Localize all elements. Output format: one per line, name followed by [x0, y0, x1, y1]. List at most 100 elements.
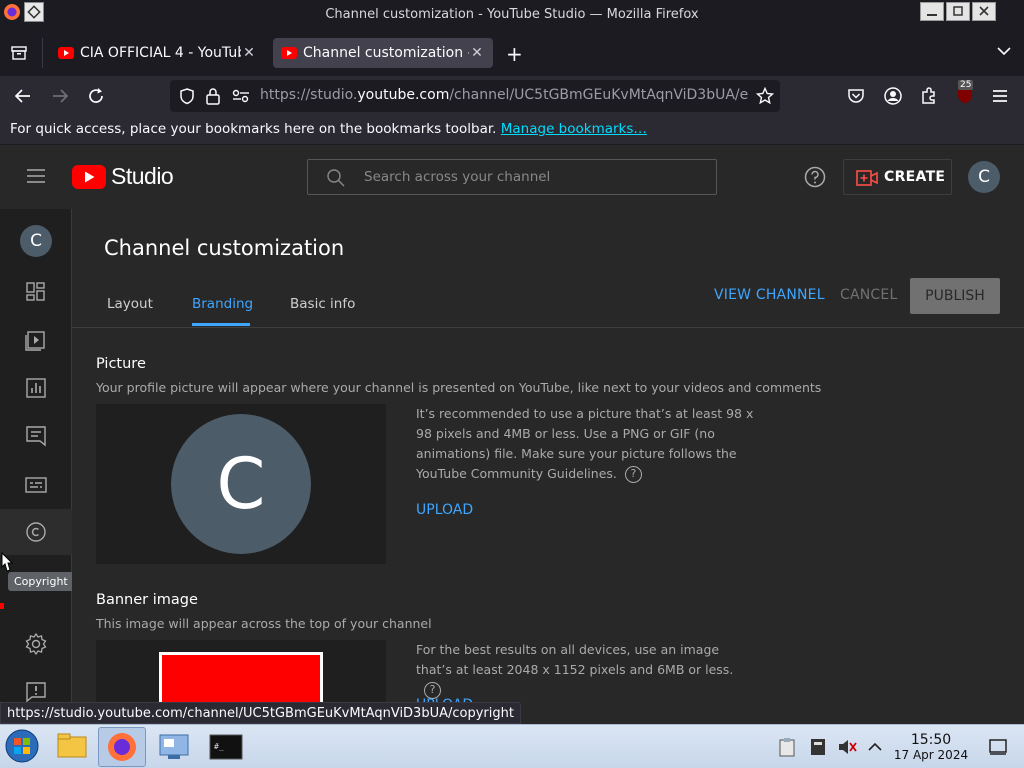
- tab-overview-icon[interactable]: [10, 44, 28, 62]
- permissions-icon[interactable]: [232, 88, 250, 104]
- help-icon[interactable]: [804, 166, 826, 188]
- url-text[interactable]: https://studio.youtube.com/channel/UC5tG…: [260, 87, 748, 103]
- tab-branding[interactable]: Branding: [192, 296, 253, 312]
- window-controls: [920, 2, 1020, 22]
- bookmarks-toolbar: For quick access, place your bookmarks h…: [0, 116, 1024, 144]
- upload-picture-button[interactable]: UPLOAD: [416, 502, 473, 518]
- create-button[interactable]: CREATE: [843, 159, 952, 195]
- lock-icon[interactable]: [205, 87, 221, 105]
- publish-button[interactable]: PUBLISH: [910, 278, 1000, 314]
- tab-strip: CIA OFFICIAL 4 - YouTube ✕ Channel custo…: [0, 30, 1024, 76]
- picture-section-description: Your profile picture will appear where y…: [96, 380, 822, 395]
- tab-channel-customization[interactable]: Channel customization - ✕: [273, 38, 493, 68]
- youtube-studio-favicon-icon: [281, 47, 297, 59]
- clock-date[interactable]: 17 Apr 2024: [890, 748, 972, 762]
- subtitles-icon[interactable]: [24, 473, 48, 497]
- firefox-taskbar-icon[interactable]: [98, 727, 146, 767]
- settings-icon[interactable]: [24, 632, 48, 656]
- sidebar-indicator: [0, 603, 4, 609]
- customization-content: Channel customization Layout Branding Ba…: [72, 209, 1024, 724]
- tab-layout[interactable]: Layout: [107, 296, 153, 312]
- create-video-icon: [856, 169, 878, 187]
- profile-picture-avatar: C: [171, 414, 311, 554]
- close-tab-icon[interactable]: ✕: [241, 45, 257, 61]
- close-window-button[interactable]: [972, 2, 996, 21]
- tabs-divider: [72, 327, 1024, 328]
- shield-icon[interactable]: [178, 87, 196, 105]
- minimize-button[interactable]: [920, 2, 944, 21]
- create-label: CREATE: [884, 169, 946, 185]
- taskbar: #_ 15:50 17 Apr 2024: [0, 724, 1024, 768]
- tab-basic-info[interactable]: Basic info: [290, 296, 355, 312]
- show-hidden-icons-icon[interactable]: [867, 740, 883, 752]
- comments-icon[interactable]: [24, 424, 48, 448]
- show-desktop-icon[interactable]: [988, 738, 1008, 756]
- terminal-taskbar-icon[interactable]: #_: [202, 727, 250, 767]
- copyright-tooltip: Copyright: [8, 572, 74, 591]
- cancel-button[interactable]: CANCEL: [840, 287, 897, 303]
- analytics-icon[interactable]: [24, 376, 48, 400]
- bookmark-star-icon[interactable]: [756, 87, 774, 105]
- view-channel-button[interactable]: VIEW CHANNEL: [714, 287, 825, 303]
- svg-text:#_: #_: [214, 742, 224, 751]
- reload-button[interactable]: [87, 87, 105, 105]
- banner-section-title: Banner image: [96, 592, 198, 608]
- control-panel-taskbar-icon[interactable]: [150, 727, 198, 767]
- volume-muted-icon[interactable]: [837, 737, 857, 757]
- list-all-tabs-icon[interactable]: [996, 46, 1012, 56]
- url-bar[interactable]: https://studio.youtube.com/channel/UC5tG…: [170, 80, 780, 112]
- content-icon[interactable]: [24, 328, 48, 352]
- maximize-button[interactable]: [946, 2, 970, 21]
- picture-section-title: Picture: [96, 356, 146, 372]
- start-button[interactable]: [4, 728, 40, 764]
- hand-cursor-icon: [0, 551, 14, 575]
- ublock-extension-icon[interactable]: 25: [954, 80, 976, 106]
- tab-separator: [42, 38, 43, 68]
- banner-recommendation: For the best results on all devices, use…: [416, 640, 756, 700]
- profile-picture-preview: C: [96, 404, 386, 564]
- window-titlebar: Channel customization - YouTube Studio —…: [0, 0, 1024, 30]
- account-icon[interactable]: [883, 86, 903, 106]
- search-placeholder: Search across your channel: [364, 169, 551, 185]
- window-title: Channel customization - YouTube Studio —…: [325, 7, 699, 22]
- hamburger-menu-icon[interactable]: [26, 168, 46, 184]
- tab-label: Channel customization -: [303, 45, 469, 61]
- bookmarks-message: For quick access, place your bookmarks h…: [10, 121, 647, 137]
- studio-page: Studio Search across your channel CREATE…: [0, 145, 1024, 724]
- file-explorer-taskbar-icon[interactable]: [48, 727, 96, 767]
- picture-recommendation: It’s recommended to use a picture that’s…: [416, 406, 754, 483]
- clock-time[interactable]: 15:50: [896, 732, 966, 748]
- extensions-icon[interactable]: [919, 86, 939, 106]
- dashboard-icon[interactable]: [24, 280, 48, 304]
- feedback-icon[interactable]: [24, 680, 48, 704]
- youtube-favicon-icon: [58, 47, 74, 59]
- close-tab-icon[interactable]: ✕: [469, 45, 485, 61]
- youtube-logo-icon: [72, 164, 106, 189]
- copyright-icon: [24, 520, 48, 544]
- extension-badge: 25: [958, 80, 974, 90]
- manage-bookmarks-link[interactable]: Manage bookmarks…: [501, 121, 647, 137]
- tab-cia-official[interactable]: CIA OFFICIAL 4 - YouTube ✕: [50, 38, 265, 68]
- studio-logo-text: Studio: [111, 163, 174, 189]
- navigation-toolbar: https://studio.youtube.com/channel/UC5tG…: [0, 76, 1024, 116]
- forward-button[interactable]: [51, 87, 69, 105]
- studio-sidebar: C: [0, 209, 72, 724]
- active-tab-indicator: [192, 323, 250, 326]
- help-icon[interactable]: ?: [624, 466, 642, 483]
- search-icon: [326, 168, 346, 188]
- page-title: Channel customization: [104, 236, 345, 260]
- channel-avatar[interactable]: C: [20, 225, 52, 257]
- new-tab-button[interactable]: +: [506, 42, 523, 66]
- link-status-url: https://studio.youtube.com/channel/UC5tG…: [0, 702, 521, 724]
- back-button[interactable]: [14, 87, 32, 105]
- search-input[interactable]: Search across your channel: [307, 159, 717, 195]
- app-menu-icon[interactable]: [991, 88, 1009, 104]
- tray-device-icon[interactable]: [809, 737, 827, 757]
- tray-clipboard-icon[interactable]: [778, 737, 796, 757]
- sidebar-item-copyright[interactable]: [0, 509, 72, 555]
- pocket-icon[interactable]: [847, 87, 865, 105]
- tab-label: CIA OFFICIAL 4 - YouTube: [80, 45, 241, 61]
- account-avatar[interactable]: C: [968, 161, 1000, 193]
- studio-logo[interactable]: Studio: [72, 163, 174, 190]
- banner-section-description: This image will appear across the top of…: [96, 616, 432, 631]
